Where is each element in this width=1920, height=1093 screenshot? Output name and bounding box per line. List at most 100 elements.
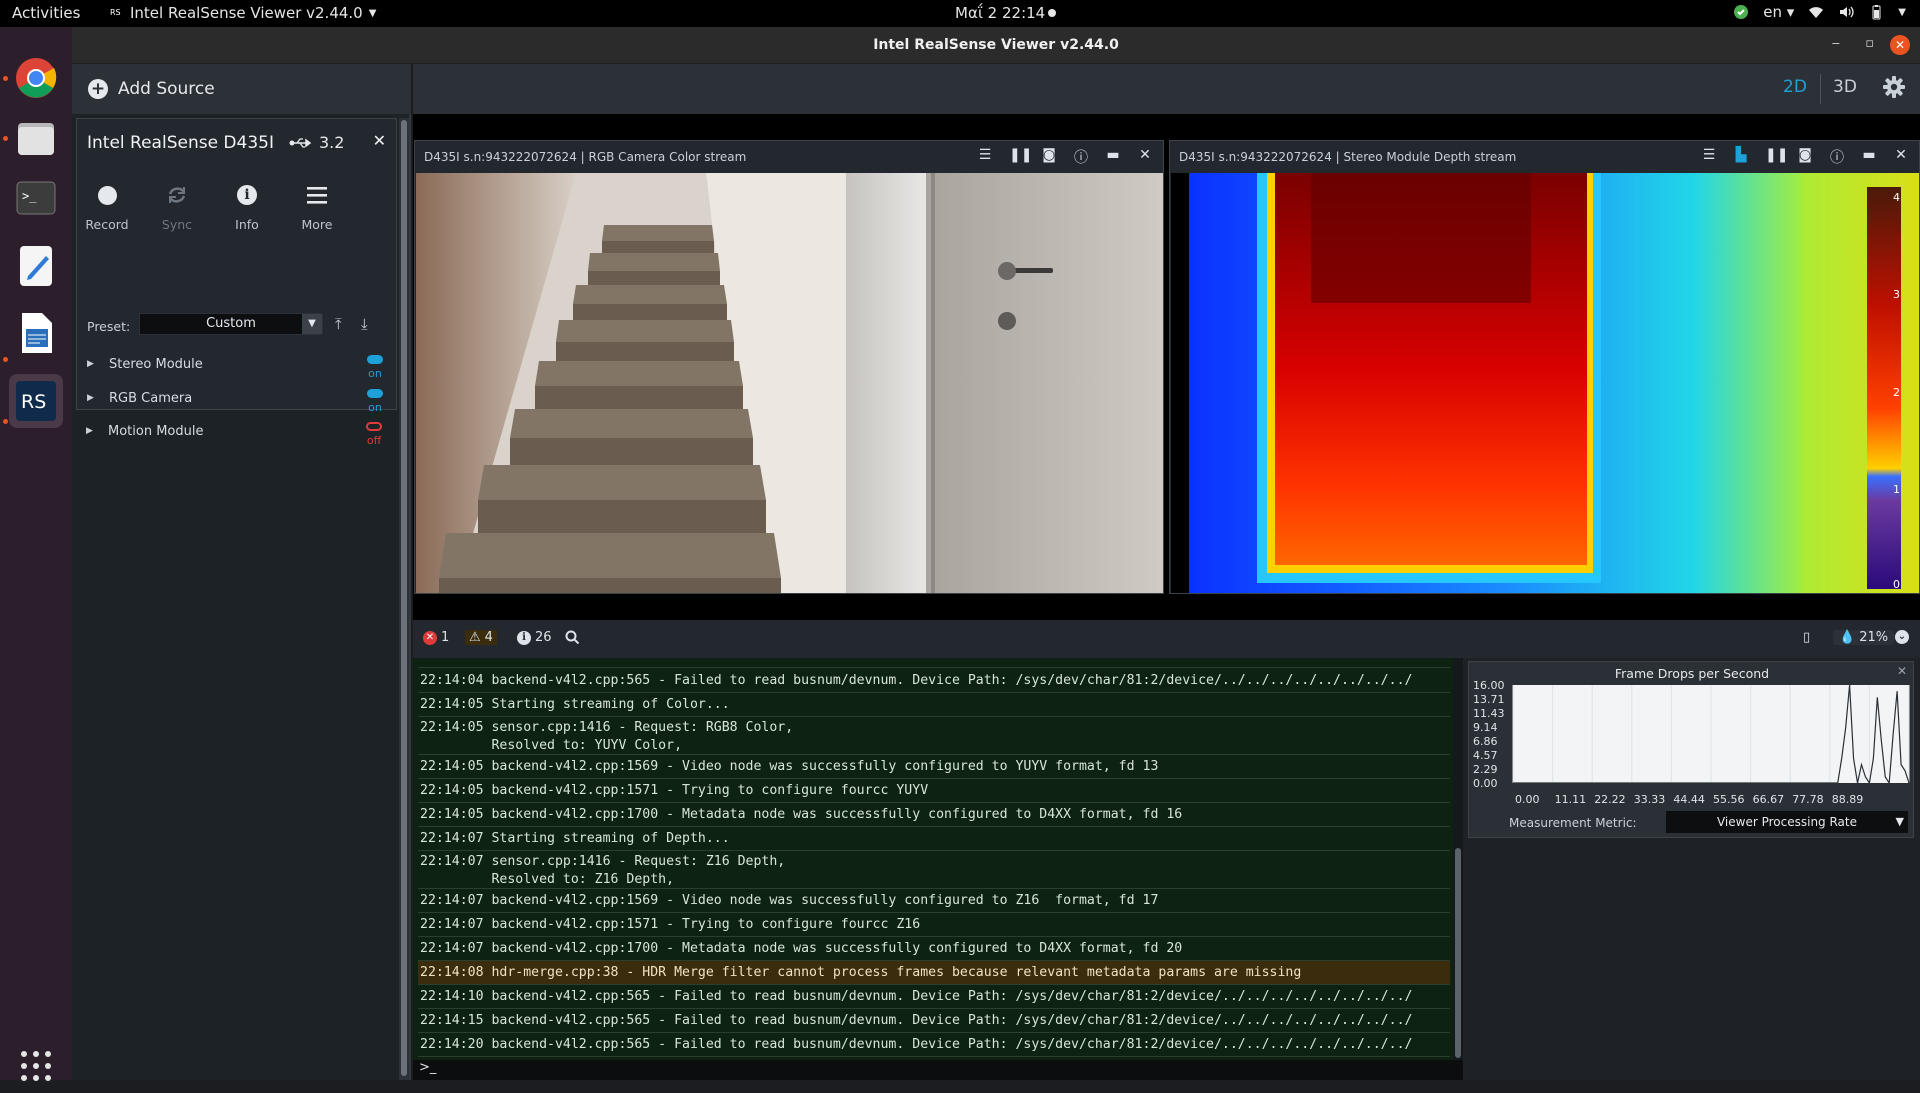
snapshot-camera-button[interactable]: ◙	[1041, 147, 1057, 167]
battery-icon[interactable]	[1868, 4, 1884, 20]
chrome-icon	[16, 58, 57, 98]
metrics-chart-button[interactable]: ▙	[1733, 147, 1749, 167]
activities-button[interactable]: Activities	[12, 4, 80, 22]
y-tick-label: 4.57	[1473, 749, 1498, 762]
log-row[interactable]: 22:14:05 sensor.cpp:1416 - Request: RGB8…	[418, 717, 1450, 755]
log-scrollbar[interactable]	[1453, 658, 1463, 1060]
minimize-button[interactable]: ‒	[1832, 36, 1840, 51]
stream-options-button[interactable]: ☰	[1701, 147, 1717, 167]
module-rgb-camera[interactable]: ▶ RGB Camera on	[87, 387, 387, 421]
stream-info-button[interactable]: ⓘ	[1829, 147, 1845, 167]
close-stream-button[interactable]: ✕	[1893, 147, 1909, 167]
stream-options-button[interactable]: ☰	[977, 147, 993, 167]
module-toggle[interactable]: on	[363, 387, 387, 414]
wifi-icon[interactable]	[1808, 4, 1824, 20]
mode-3d-button[interactable]: 3D	[1833, 77, 1857, 97]
expand-triangle-icon[interactable]: ▶	[87, 393, 94, 403]
log-row[interactable]: 22:14:05 backend-v4l2.cpp:1700 - Metadat…	[418, 803, 1450, 827]
sync-button[interactable]: Sync	[147, 179, 207, 232]
expand-triangle-icon[interactable]: ▶	[86, 426, 93, 436]
command-input[interactable]: >_	[413, 1060, 1463, 1080]
add-source-button[interactable]: + Add Source	[72, 64, 411, 114]
realsense-viewer-launcher[interactable]: RS	[9, 374, 63, 428]
module-toggle[interactable]: off	[362, 420, 386, 447]
log-row[interactable]: 22:14:15 backend-v4l2.cpp:565 - Failed t…	[418, 1009, 1450, 1033]
log-row[interactable]: 22:14:10 backend-v4l2.cpp:565 - Failed t…	[418, 985, 1450, 1009]
log-output[interactable]: 22:14:04 backend-v4l2.cpp:565 - Failed t…	[413, 658, 1453, 1060]
close-stream-button[interactable]: ✕	[1137, 147, 1153, 167]
device-close-button[interactable]: ✕	[373, 131, 386, 150]
view-toolbar: 2D 3D	[413, 64, 1920, 114]
log-row[interactable]: 22:14:05 backend-v4l2.cpp:1569 - Video n…	[418, 755, 1450, 779]
hamburger-menu-icon	[307, 187, 327, 204]
info-icon: i	[517, 630, 531, 645]
module-stereo[interactable]: ▶ Stereo Module on	[87, 353, 387, 387]
log-row[interactable]: 22:14:07 backend-v4l2.cpp:1571 - Trying …	[418, 913, 1450, 937]
collapse-log-button[interactable]: ⌄	[1895, 630, 1909, 644]
app-menu[interactable]: RS Intel RealSense Viewer v2.44.0 ▼	[110, 4, 376, 22]
log-row[interactable]: 22:14:04 backend-v4l2.cpp:565 - Failed t…	[418, 669, 1450, 693]
files-launcher[interactable]	[9, 111, 63, 165]
warning-filter-button[interactable]: ⚠ 4	[465, 630, 497, 645]
chrome-launcher[interactable]	[9, 51, 63, 105]
log-search-button[interactable]	[565, 630, 579, 644]
cpu-usage-indicator[interactable]: 💧 21%	[1833, 630, 1895, 645]
info-count: 26	[535, 630, 552, 645]
preset-upload-button[interactable]: ⤒	[335, 315, 342, 333]
minimize-stream-button[interactable]: ▬	[1861, 147, 1877, 167]
more-label: More	[301, 217, 333, 232]
module-toggle[interactable]: on	[363, 353, 387, 380]
pause-button[interactable]: ❚❚	[1009, 147, 1032, 167]
language-indicator[interactable]: en ▾	[1763, 3, 1794, 21]
window-close-button[interactable]: ✕	[1890, 35, 1910, 55]
metric-dropdown[interactable]: Viewer Processing Rate ▼	[1666, 811, 1908, 833]
info-button[interactable]: i Info	[217, 179, 277, 232]
record-button[interactable]: Record	[77, 179, 137, 232]
log-row[interactable]: 22:14:07 backend-v4l2.cpp:1700 - Metadat…	[418, 937, 1450, 961]
pause-button[interactable]: ❚❚	[1765, 147, 1788, 167]
info-filter-button[interactable]: i 26	[517, 630, 552, 645]
log-row[interactable]: 22:14:05 Starting streaming of Color...	[418, 693, 1450, 717]
minimize-stream-button[interactable]: ▬	[1105, 147, 1121, 167]
files-icon	[18, 123, 54, 155]
preset-dropdown[interactable]: Custom ▼	[139, 313, 323, 335]
scrollbar-thumb[interactable]	[1455, 848, 1461, 1058]
error-filter-button[interactable]: ✕ 1	[423, 630, 449, 645]
more-button[interactable]: More	[287, 179, 347, 232]
text-editor-launcher[interactable]	[9, 239, 63, 293]
log-row[interactable]: 22:14:07 sensor.cpp:1416 - Request: Z16 …	[418, 851, 1450, 889]
settings-button[interactable]	[1883, 76, 1905, 103]
log-row-warning[interactable]: 22:14:08 hdr-merge.cpp:38 - HDR Merge fi…	[418, 961, 1450, 985]
log-toolbar: ✕ 1 ⚠ 4 i 26 ▯ 💧 21% ⌄	[413, 620, 1920, 658]
terminal-prompt-icon: >_	[419, 1060, 437, 1075]
volume-icon[interactable]	[1838, 4, 1854, 20]
window-titlebar[interactable]: Intel RealSense Viewer v2.44.0 ‒ ▫ ✕	[72, 27, 1920, 64]
log-row[interactable]: 22:14:05 backend-v4l2.cpp:1571 - Trying …	[418, 779, 1450, 803]
system-tray[interactable]: en ▾ ▼	[1733, 3, 1906, 21]
maximize-button[interactable]: ▫	[1865, 36, 1874, 51]
log-row[interactable]: 22:14:07 Starting streaming of Depth...	[418, 827, 1450, 851]
dock: >_ RS	[0, 27, 72, 1081]
y-tick-label: 6.86	[1473, 735, 1498, 748]
clock[interactable]: Μαΐ 2 22:14	[955, 4, 1045, 22]
show-applications-button[interactable]	[9, 1039, 63, 1093]
module-motion[interactable]: ▶ Motion Module off	[86, 420, 386, 454]
memory-indicator[interactable]: ▯	[1803, 630, 1810, 645]
log-row[interactable]: 22:14:07 backend-v4l2.cpp:1569 - Video n…	[418, 889, 1450, 913]
log-row[interactable]: 22:14:20 backend-v4l2.cpp:565 - Failed t…	[418, 1033, 1450, 1057]
system-menu-chevron-icon[interactable]: ▼	[1898, 7, 1906, 18]
update-icon[interactable]	[1733, 4, 1749, 20]
droplet-icon: 💧	[1839, 630, 1856, 645]
snapshot-camera-button[interactable]: ◙	[1797, 147, 1813, 167]
y-tick-label: 11.43	[1473, 707, 1505, 720]
panel-scrollbar[interactable]	[399, 118, 409, 1080]
scrollbar-thumb[interactable]	[401, 120, 407, 1076]
terminal-launcher[interactable]: >_	[9, 171, 63, 225]
expand-triangle-icon[interactable]: ▶	[87, 359, 94, 369]
mode-2d-button[interactable]: 2D	[1783, 77, 1807, 97]
module-name: RGB Camera	[109, 391, 193, 406]
preset-label: Preset:	[87, 319, 131, 334]
preset-download-button[interactable]: ⤓	[361, 315, 368, 333]
writer-launcher[interactable]	[9, 306, 63, 360]
stream-info-button[interactable]: ⓘ	[1073, 147, 1089, 167]
